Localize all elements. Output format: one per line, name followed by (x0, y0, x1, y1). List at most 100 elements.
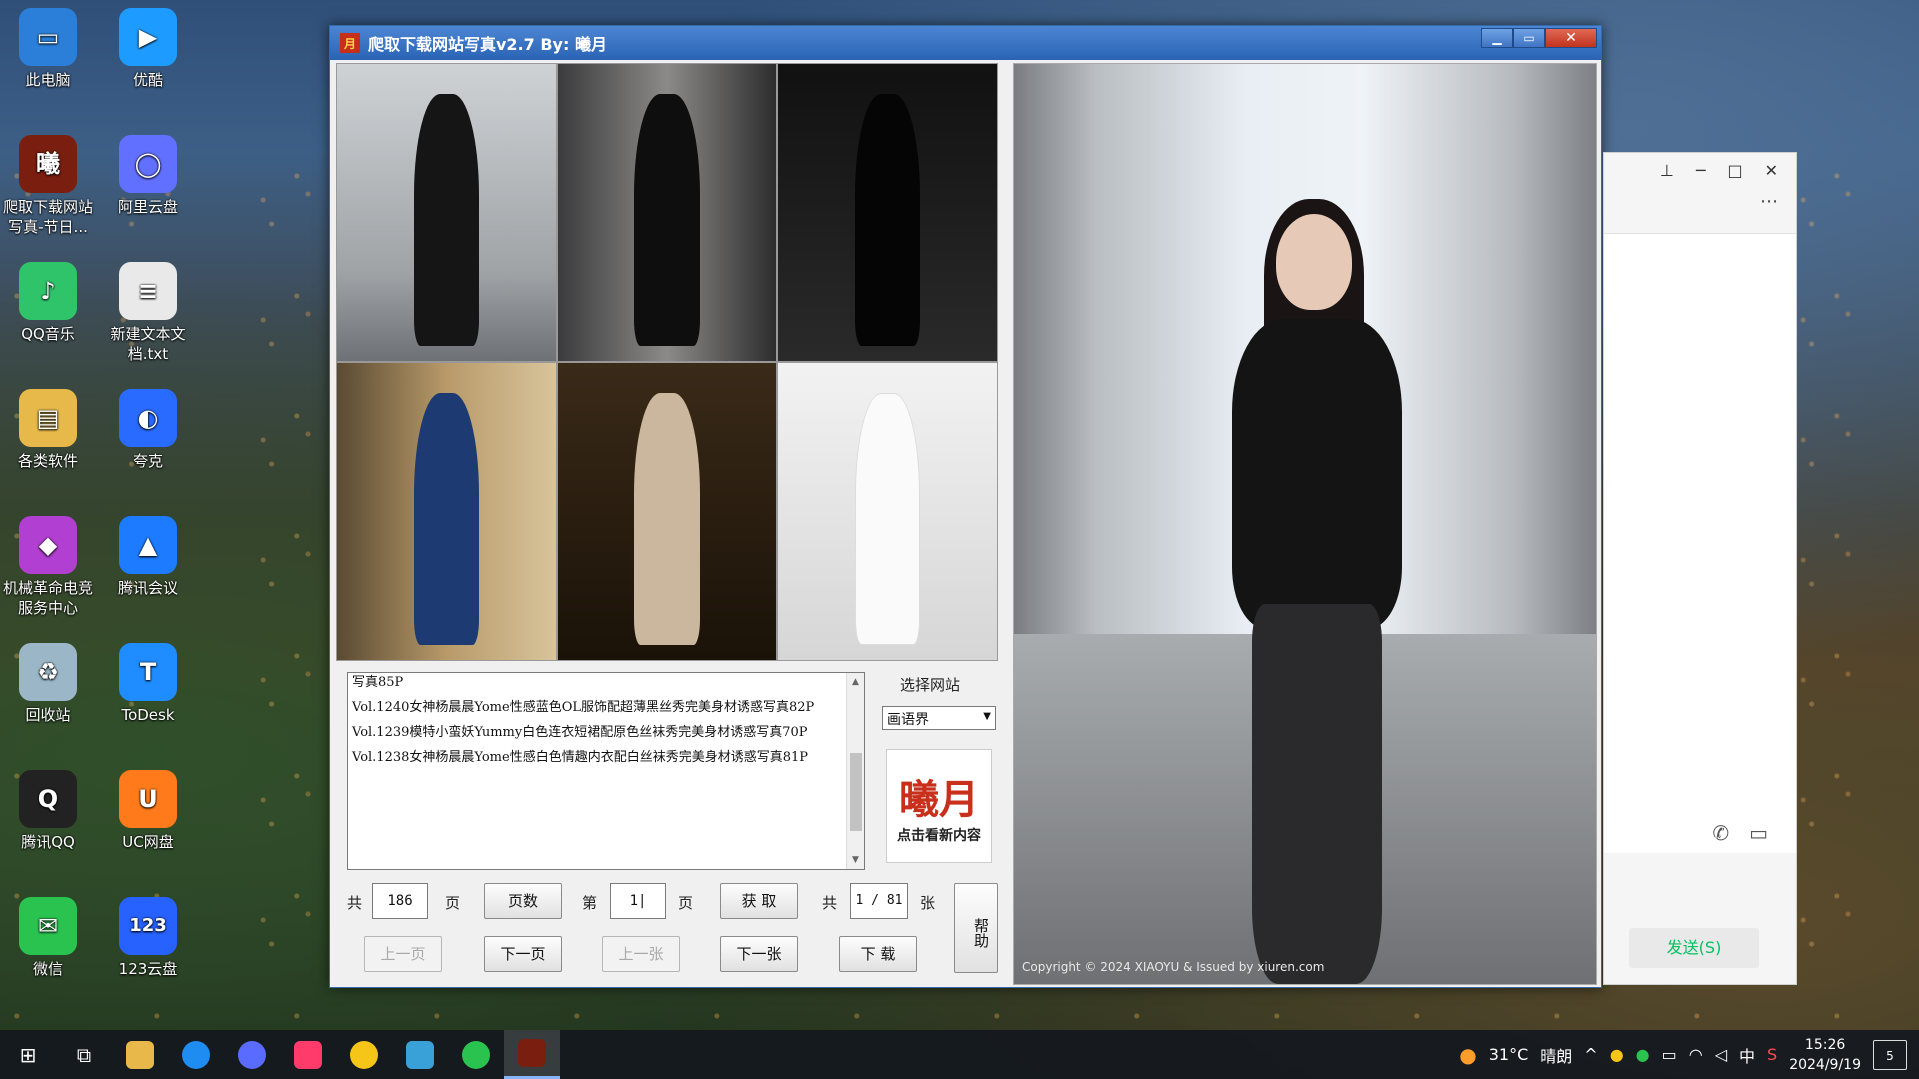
more-options-icon[interactable]: ⋯ (1760, 191, 1778, 212)
notification-center-icon[interactable]: 5 (1873, 1039, 1907, 1070)
sogou-icon[interactable]: S (1767, 1045, 1777, 1064)
fetch-button[interactable]: 获 取 (720, 883, 798, 919)
desktop-icon[interactable]: ≡ 新建文本文档.txt (100, 262, 196, 364)
recycle-bin-icon: ♻ (19, 643, 77, 701)
quark-icon: ◐ (119, 389, 177, 447)
weather-text[interactable]: 晴朗 (1540, 1043, 1572, 1067)
weather-temp[interactable]: 31°C (1489, 1045, 1529, 1064)
thumbnail-2[interactable] (557, 64, 777, 361)
desktop-icon[interactable]: ▭ 此电脑 (0, 8, 96, 90)
logo-subtext: 点击看新内容 (897, 828, 981, 844)
prev-page-button[interactable]: 上一页 (364, 936, 442, 972)
desktop-icon[interactable]: ♪ QQ音乐 (0, 262, 96, 344)
list-item[interactable]: Vol.1240女神杨晨晨Yome性感蓝色OL服饰配超薄黑丝秀完美身材诱惑写真8… (352, 700, 842, 715)
page-unit-2: 页 (678, 894, 694, 912)
xiaoyue-taskbar-icon[interactable] (504, 1030, 560, 1079)
aliyun-taskbar-icon[interactable] (224, 1030, 280, 1079)
refresh-logo-button[interactable]: 曦月 点击看新内容 (886, 749, 992, 863)
desktop-icon-label: 各类软件 (17, 452, 78, 470)
qqmusic-taskbar-icon[interactable] (336, 1030, 392, 1079)
xiaoyue-app-icon: 曦 (19, 135, 77, 193)
thumbnail-4[interactable] (337, 363, 556, 660)
text-file-icon: ≡ (119, 262, 177, 320)
list-item[interactable]: 写真85P (352, 675, 842, 690)
desktop-icon[interactable]: U UC网盘 (100, 770, 196, 852)
wechat-taskbar-icon[interactable] (448, 1030, 504, 1079)
thumbnail-6[interactable] (778, 363, 997, 660)
list-scrollbar[interactable]: ▲ ▼ (846, 673, 864, 869)
wifi-icon[interactable]: ◠ (1689, 1045, 1703, 1064)
minimize-button[interactable]: ▁ (1481, 28, 1513, 48)
album-list[interactable]: 写真85P Vol.1240女神杨晨晨Yome性感蓝色OL服饰配超薄黑丝秀完美身… (347, 672, 865, 870)
task-view-icon[interactable]: ⧉ (56, 1030, 112, 1079)
site-select[interactable]: 画语界 ▼ (882, 706, 996, 730)
prev-image-button[interactable]: 上一张 (602, 936, 680, 972)
send-button[interactable]: 发送(S) (1629, 928, 1759, 968)
uc-drive-icon: U (119, 770, 177, 828)
desktop-icon[interactable]: ✉ 微信 (0, 897, 96, 979)
image-index-field: 1 / 81 (850, 883, 908, 919)
desktop-icon[interactable]: ♻ 回收站 (0, 643, 96, 725)
qq-music-icon: ♪ (19, 262, 77, 320)
page-count-button[interactable]: 页数 (484, 883, 562, 919)
maximize-button[interactable]: ▭ (1513, 28, 1545, 48)
ime-indicator[interactable]: 中 (1739, 1043, 1755, 1067)
thumbnail-3[interactable] (778, 64, 997, 361)
store-icon[interactable] (392, 1030, 448, 1079)
pin-icon[interactable]: ⊥ (1660, 161, 1674, 225)
scroll-down-icon[interactable]: ▼ (847, 851, 864, 869)
thumbnail-1[interactable] (337, 64, 556, 361)
next-image-button[interactable]: 下一张 (720, 936, 798, 972)
thumbnail-5[interactable] (557, 363, 777, 660)
desktop-icon[interactable]: ◯ 阿里云盘 (100, 135, 196, 217)
download-button[interactable]: 下 载 (839, 936, 917, 972)
list-item[interactable]: Vol.1239模特小蛮妖Yummy白色连衣短裙配原色丝袜秀完美身材诱惑写真70… (352, 725, 842, 740)
todesk-icon: T (119, 643, 177, 701)
weather-icon[interactable]: ● (1459, 1043, 1476, 1067)
help-button[interactable]: 帮助 (954, 883, 998, 973)
desktop-icon[interactable]: ◆ 机械革命电竞服务中心 (0, 516, 96, 618)
page-prefix: 第 (582, 894, 598, 912)
next-page-button[interactable]: 下一页 (484, 936, 562, 972)
desktop-icon[interactable]: ▤ 各类软件 (0, 389, 96, 471)
total-prefix: 共 (347, 894, 363, 912)
battery-icon[interactable]: ▭ (1662, 1045, 1677, 1064)
desktop-icon[interactable]: ▶ 优酷 (100, 8, 196, 90)
app-titlebar[interactable]: 月 爬取下载网站写真v2.7 By: 曦月 ▁ ▭ ✕ (330, 26, 1601, 60)
start-button[interactable]: ⊞ (0, 1030, 56, 1079)
video-icon[interactable]: ▭ (1749, 821, 1768, 845)
chat-message-area[interactable] (1604, 233, 1796, 853)
browser-icon[interactable] (168, 1030, 224, 1079)
youku-taskbar-icon[interactable] (280, 1030, 336, 1079)
total-pages-field[interactable]: 186 (372, 883, 428, 919)
computer-icon: ▭ (19, 8, 77, 66)
youku-icon: ▶ (119, 8, 177, 66)
close-button[interactable]: ✕ (1545, 28, 1597, 48)
scroll-up-icon[interactable]: ▲ (847, 673, 864, 691)
scroll-thumb[interactable] (850, 753, 862, 831)
desktop-icon[interactable]: 123 123云盘 (100, 897, 196, 979)
tray-app-icon[interactable]: ● (1610, 1045, 1624, 1064)
current-page-input[interactable]: 1| (610, 883, 666, 919)
app-title: 爬取下载网站写真v2.7 By: 曦月 (368, 35, 607, 54)
minimize-icon[interactable]: ─ (1696, 161, 1706, 225)
tray-wechat-icon[interactable]: ● (1636, 1045, 1650, 1064)
desktop-icon-label: 优酷 (132, 71, 163, 89)
desktop-icon[interactable]: T ToDesk (100, 643, 196, 725)
tray-expand-icon[interactable]: ^ (1584, 1045, 1597, 1064)
desktop-icon[interactable]: 曦爬取下载网站写真-节日... (0, 135, 96, 237)
taskbar: ⊞ ⧉ ● 31°C 晴朗 ^ ● ● ▭ ◠ ◁ 中 S 15:26 2024… (0, 1030, 1919, 1079)
site-label: 选择网站 (900, 676, 961, 694)
maximize-icon[interactable]: □ (1727, 161, 1742, 225)
desktop-icon-label: 微信 (32, 960, 63, 978)
desktop-icon[interactable]: ◐ 夸克 (100, 389, 196, 471)
desktop-icon[interactable]: ▲ 腾讯会议 (100, 516, 196, 598)
file-explorer-icon[interactable] (112, 1030, 168, 1079)
list-item[interactable]: Vol.1238女神杨晨晨Yome性感白色情趣内衣配白丝袜秀完美身材诱惑写真81… (352, 750, 842, 765)
desktop-icon[interactable]: Q 腾讯QQ (0, 770, 96, 852)
clock[interactable]: 15:26 2024/9/19 (1789, 1035, 1861, 1075)
volume-icon[interactable]: ◁ (1715, 1045, 1727, 1064)
qq-icon: Q (19, 770, 77, 828)
phone-icon[interactable]: ✆ (1712, 821, 1729, 845)
desktop-icon-label: UC网盘 (122, 833, 174, 851)
